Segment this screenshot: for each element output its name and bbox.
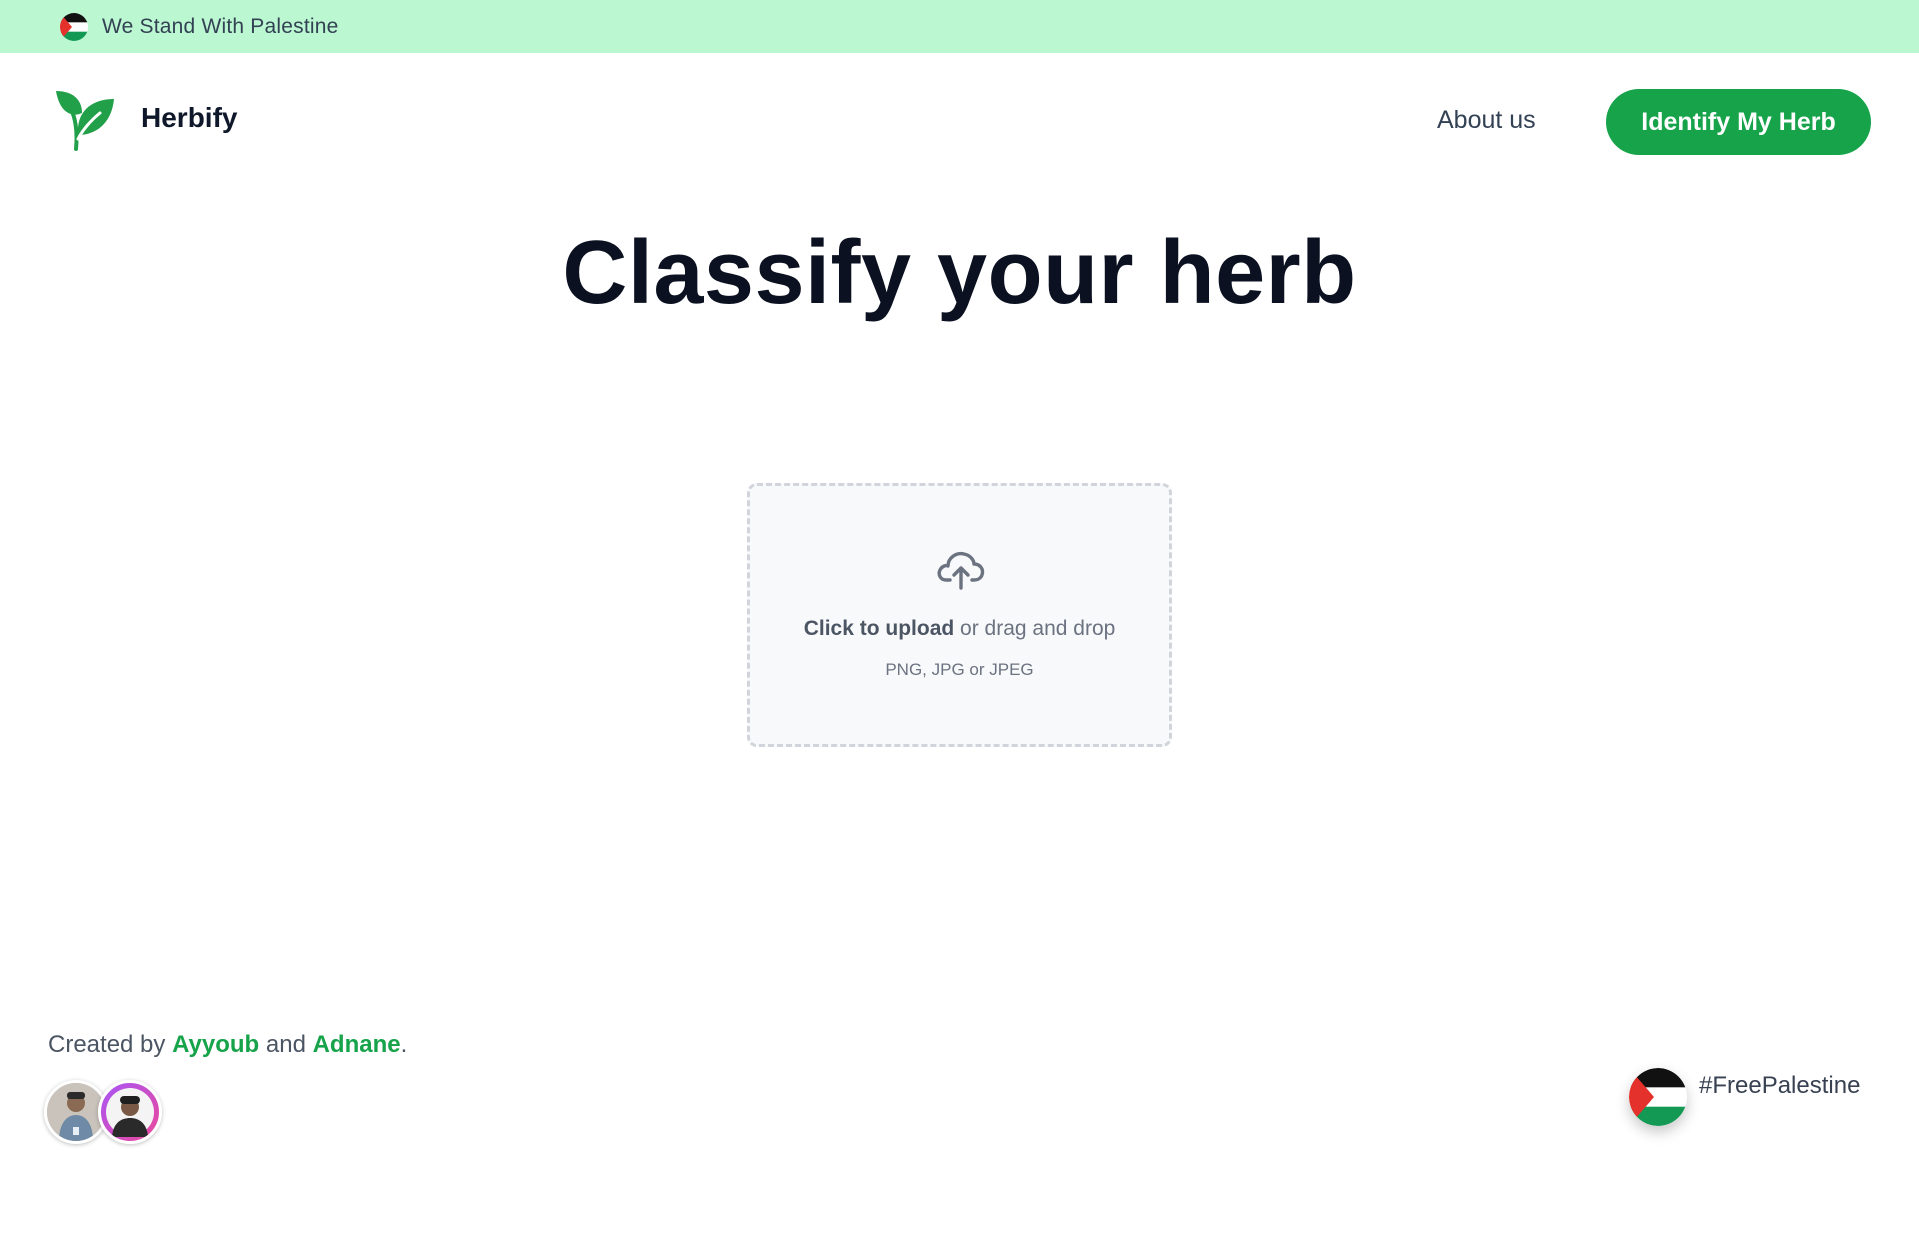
credits-text: Created by Ayyoub and Adnane. — [48, 1031, 407, 1059]
free-palestine-badge: #FreePalestine — [1624, 1064, 1874, 1126]
banner-text: We Stand With Palestine — [102, 14, 339, 38]
leaf-logo-icon[interactable] — [52, 87, 118, 153]
period-label: . — [400, 1031, 408, 1058]
upload-instructions: Click to upload or drag and drop — [750, 617, 1169, 641]
identify-my-herb-button[interactable]: Identify My Herb — [1606, 89, 1871, 155]
avatar[interactable] — [98, 1080, 162, 1144]
author-adnane-link[interactable]: Adnane — [313, 1031, 401, 1058]
upload-dropzone[interactable]: Click to upload or drag and drop PNG, JP… — [747, 483, 1172, 747]
top-banner: We Stand With Palestine — [0, 0, 1919, 53]
page-title: Classify your herb — [562, 223, 1357, 323]
author-ayyoub-link[interactable]: Ayyoub — [172, 1031, 259, 1058]
upload-formats: PNG, JPG or JPEG — [885, 660, 1034, 679]
palestine-flag-icon — [1629, 1068, 1687, 1126]
palestine-flag-icon — [60, 12, 88, 41]
drag-drop-text: or drag and drop — [954, 617, 1116, 640]
site-header: Herbify About us Identify My Herb — [0, 53, 1919, 191]
nav-about-link[interactable]: About us — [1437, 106, 1536, 135]
brand-name[interactable]: Herbify — [141, 102, 237, 134]
click-to-upload-text[interactable]: Click to upload — [804, 617, 955, 640]
free-palestine-text: #FreePalestine — [1699, 1072, 1861, 1099]
person-avatar-icon — [47, 1083, 105, 1141]
author-avatars — [44, 1080, 164, 1144]
and-label: and — [259, 1031, 313, 1058]
person-avatar-icon — [106, 1088, 154, 1137]
cloud-upload-icon — [937, 551, 985, 590]
created-by-label: Created by — [48, 1031, 173, 1058]
